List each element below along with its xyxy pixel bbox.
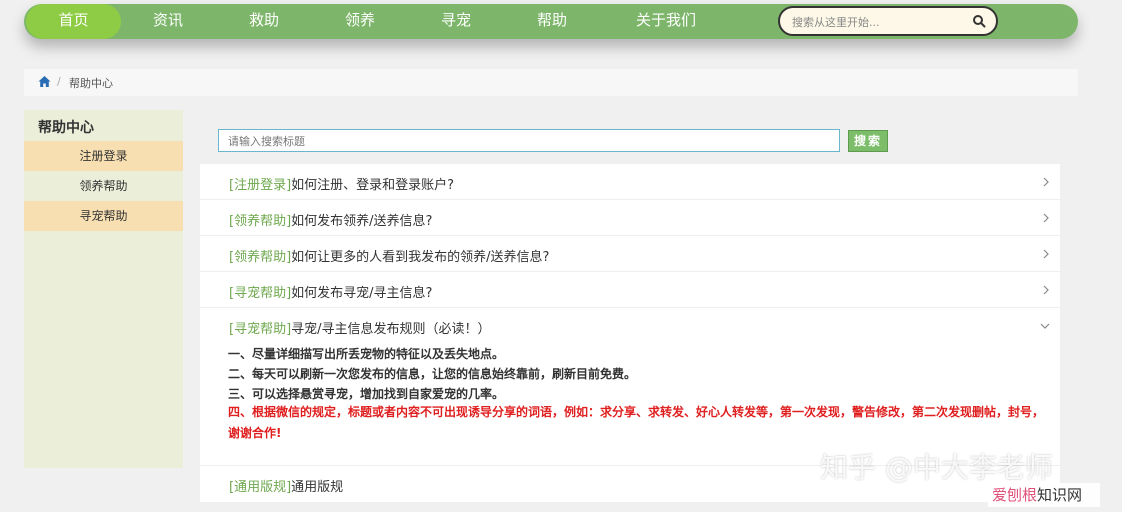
sidebar-title: 帮助中心 — [38, 120, 94, 136]
faq-question: 寻宠/寻主信息发布规则（必读！） — [291, 322, 491, 337]
faq-search-box — [218, 129, 840, 152]
sidebar-item-adopt-help[interactable]: 领养帮助 — [24, 171, 183, 201]
rule-1: 一、尽量详细描写出所丢宠物的特征以及丢失地点。 — [228, 347, 505, 361]
faq-tag: [领养帮助] — [229, 250, 292, 265]
chevron-right-icon — [1043, 285, 1049, 295]
sidebar-item-register-login[interactable]: 注册登录 — [24, 141, 183, 171]
watermark-site-part1: 爱刨根 — [992, 486, 1038, 504]
faq-tag: [注册登录] — [229, 178, 292, 193]
rule-4-warning: 四、根据微信的规定，标题或者内容不可出现诱导分享的词语，例如：求分享、求转发、好… — [228, 405, 1045, 440]
chevron-right-icon — [1043, 177, 1049, 187]
site-search-input[interactable] — [792, 13, 962, 31]
breadcrumb-separator: / — [57, 75, 61, 88]
breadcrumb: / 帮助中心 — [24, 69, 1078, 96]
faq-search-input[interactable] — [219, 131, 839, 152]
faq-tag: [通用版规] — [229, 480, 292, 495]
nav-item-home[interactable]: 首页 — [26, 4, 121, 39]
top-nav-bar: 首页 资讯 救助 领养 寻宠 帮助 关于我们 — [24, 4, 1078, 39]
chevron-right-icon — [1043, 249, 1049, 259]
sidebar-item-find-pet-help[interactable]: 寻宠帮助 — [24, 201, 183, 231]
faq-tag: [寻宠帮助] — [229, 322, 292, 337]
faq-search-button[interactable]: 搜索 — [848, 130, 888, 152]
nav-item-rescue[interactable]: 救助 — [232, 4, 296, 39]
sidebar: 帮助中心 注册登录 领养帮助 寻宠帮助 — [24, 110, 183, 468]
faq-item-expanded[interactable]: [寻宠帮助]寻宠/寻主信息发布规则（必读！） — [200, 308, 1060, 344]
rule-2: 二、每天可以刷新一次您发布的信息，让您的信息始终靠前，刷新目前免费。 — [228, 367, 637, 381]
faq-question: 如何发布领养/送养信息? — [291, 214, 433, 229]
faq-item[interactable]: [领养帮助]如何发布领养/送养信息? — [200, 200, 1060, 236]
faq-item[interactable]: [领养帮助]如何让更多的人看到我发布的领养/送养信息? — [200, 236, 1060, 272]
rule-3: 三、可以选择悬赏寻宠，增加找到自家爱宠的几率。 — [228, 387, 505, 401]
faq-question: 通用版规 — [291, 480, 344, 495]
watermark-site-part2: 知识网 — [1037, 486, 1083, 504]
home-icon[interactable] — [38, 75, 51, 88]
chevron-down-icon — [1040, 323, 1050, 329]
faq-question: 如何注册、登录和登录账户? — [291, 178, 455, 193]
nav-item-adopt[interactable]: 领养 — [328, 4, 392, 39]
faq-question: 如何让更多的人看到我发布的领养/送养信息? — [291, 250, 550, 265]
watermark-zhihu: 知乎 @中大李老师 — [820, 451, 1053, 484]
watermark-site: 爱刨根知识网 — [988, 483, 1100, 507]
faq-question: 如何发布寻宠/寻主信息? — [291, 286, 433, 301]
nav-item-help[interactable]: 帮助 — [520, 4, 584, 39]
chevron-right-icon — [1043, 213, 1049, 223]
breadcrumb-current: 帮助中心 — [69, 77, 113, 90]
faq-item[interactable]: [注册登录]如何注册、登录和登录账户? — [200, 164, 1060, 200]
nav-item-about[interactable]: 关于我们 — [618, 4, 714, 39]
nav-item-news[interactable]: 资讯 — [136, 4, 200, 39]
faq-item[interactable]: [寻宠帮助]如何发布寻宠/寻主信息? — [200, 272, 1060, 308]
search-icon[interactable] — [972, 14, 986, 28]
nav-item-find-pet[interactable]: 寻宠 — [424, 4, 488, 39]
faq-tag: [寻宠帮助] — [229, 286, 292, 301]
site-search-box — [778, 6, 998, 36]
faq-tag: [领养帮助] — [229, 214, 292, 229]
